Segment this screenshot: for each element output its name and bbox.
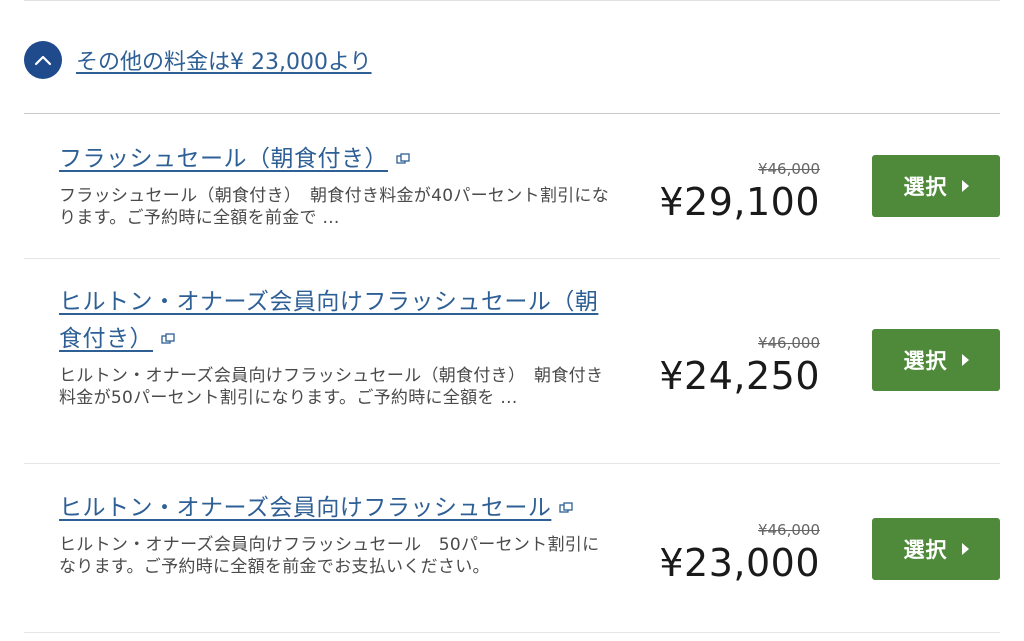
rate-title-link[interactable]: フラッシュセール（朝食付き） [59, 146, 388, 172]
row-divider [24, 632, 1000, 633]
select-button-label: 選択 [903, 175, 948, 199]
top-divider [24, 0, 1000, 1]
select-button-label: 選択 [903, 349, 948, 373]
rate-item: フラッシュセール（朝食付き） フラッシュセール（朝食付き） 朝食付き料金が40パ… [24, 140, 1000, 250]
original-price: ¥46,000 [757, 521, 820, 539]
select-button[interactable]: 選択 [872, 155, 1000, 217]
original-price: ¥46,000 [757, 160, 820, 178]
rate-item: ヒルトン・オナーズ会員向けフラッシュセール ヒルトン・オナーズ会員向けフラッシュ… [24, 489, 1000, 614]
sale-price: ¥23,000 [659, 541, 820, 585]
external-link-icon[interactable] [161, 320, 175, 356]
external-link-icon[interactable] [559, 489, 574, 525]
rate-title-link[interactable]: ヒルトン・オナーズ会員向けフラッシュセール [59, 495, 551, 521]
caret-right-icon [961, 354, 969, 366]
rate-description: ヒルトン・オナーズ会員向けフラッシュセール 50パーセント割引になります。ご予約… [59, 535, 600, 577]
rate-info: ヒルトン・オナーズ会員向けフラッシュセール ヒルトン・オナーズ会員向けフラッシュ… [59, 489, 614, 578]
rates-page: その他の料金は¥ 23,000より フラッシュセール（朝食付き） フラッシュセー… [0, 0, 1024, 641]
rate-info: フラッシュセール（朝食付き） フラッシュセール（朝食付き） 朝食付き料金が40パ… [59, 140, 614, 229]
caret-right-icon [961, 543, 969, 555]
section-divider [24, 113, 1000, 114]
other-rates-toggle[interactable]: その他の料金は¥ 23,000より [24, 40, 372, 80]
external-link-icon[interactable] [396, 140, 410, 176]
sale-price: ¥29,100 [659, 180, 820, 224]
rate-title[interactable]: ヒルトン・オナーズ会員向けフラッシュセール（朝食付き） [59, 284, 614, 359]
row-divider [24, 463, 1000, 464]
rate-description: フラッシュセール（朝食付き） 朝食付き料金が40パーセント割引になります。ご予約… [59, 186, 610, 228]
select-button-label: 選択 [903, 538, 948, 562]
price-block: ¥46,000 ¥29,100 [659, 160, 820, 224]
row-divider [24, 258, 1000, 259]
price-block: ¥46,000 ¥24,250 [659, 334, 820, 398]
rate-description: ヒルトン・オナーズ会員向けフラッシュセール（朝食付き） 朝食付き料金が50パーセ… [59, 366, 604, 408]
sale-price: ¥24,250 [659, 354, 820, 398]
caret-right-icon [961, 180, 969, 192]
price-block: ¥46,000 ¥23,000 [659, 521, 820, 585]
rate-item: ヒルトン・オナーズ会員向けフラッシュセール（朝食付き） ヒルトン・オナーズ会員向… [24, 284, 1000, 454]
original-price: ¥46,000 [757, 334, 820, 352]
rate-info: ヒルトン・オナーズ会員向けフラッシュセール（朝食付き） ヒルトン・オナーズ会員向… [59, 284, 614, 409]
rate-title[interactable]: フラッシュセール（朝食付き） [59, 140, 614, 179]
chevron-up-icon[interactable] [24, 41, 62, 79]
select-button[interactable]: 選択 [872, 329, 1000, 391]
select-button[interactable]: 選択 [872, 518, 1000, 580]
rate-title[interactable]: ヒルトン・オナーズ会員向けフラッシュセール [59, 489, 614, 528]
other-rates-link[interactable]: その他の料金は¥ 23,000より [76, 44, 372, 76]
rate-title-link[interactable]: ヒルトン・オナーズ会員向けフラッシュセール（朝食付き） [59, 289, 598, 352]
